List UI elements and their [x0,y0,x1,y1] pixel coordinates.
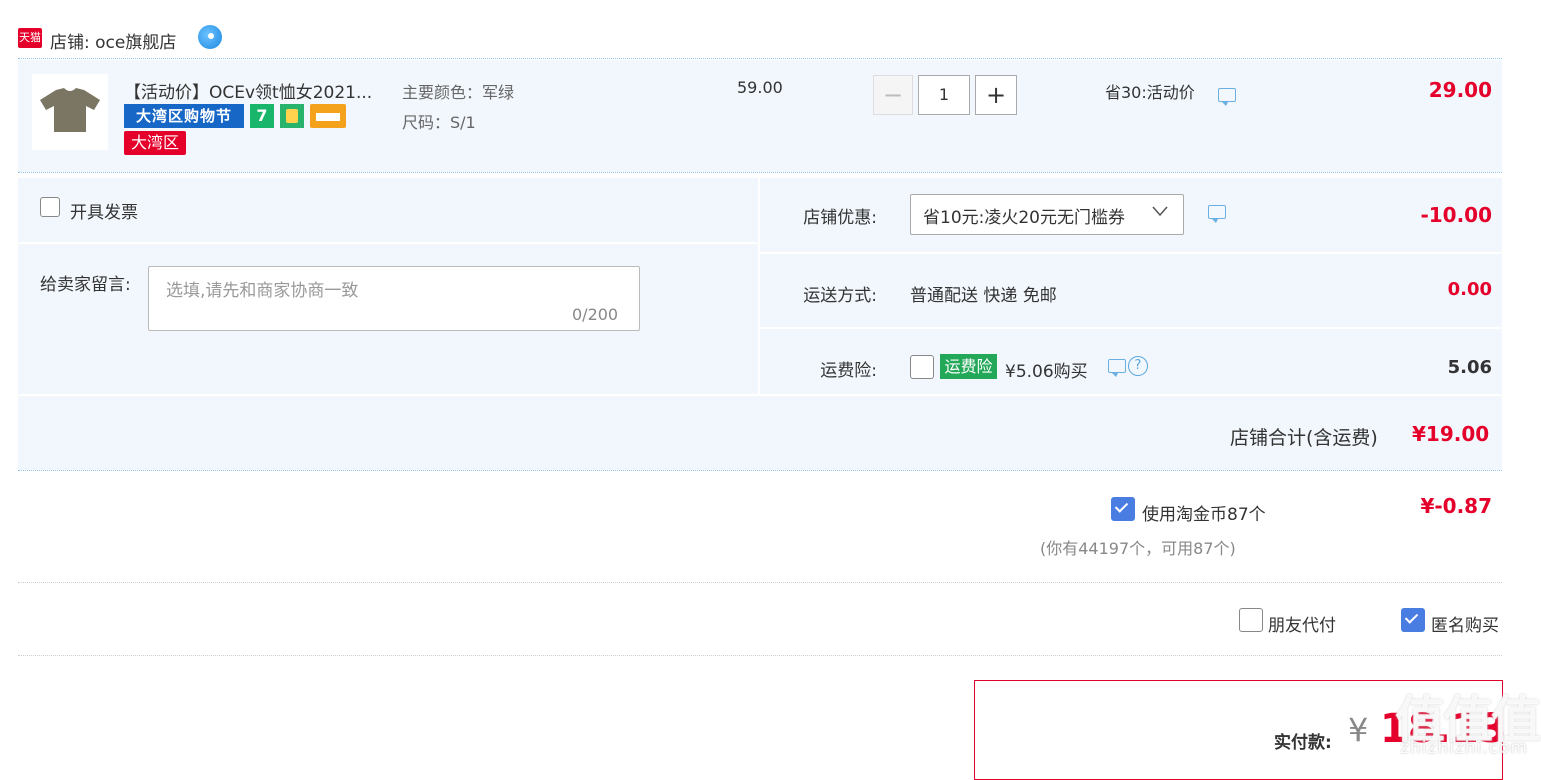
invoice-label[interactable]: 开具发票 [70,198,138,223]
insurance-tag: 运费险 [940,354,997,379]
insurance-checkbox[interactable] [910,355,934,379]
coins-note: (你有44197个，可用87个) [1040,539,1236,558]
product-thumbnail[interactable] [32,74,108,150]
shop-discount-label: 店铺优惠: [803,208,877,228]
shop-discount-selected: 省10元:凌火20元无门槛券 [923,208,1125,228]
shipping-label: 运送方式: [803,286,877,306]
item-title[interactable]: 【活动价】OCEv领t恤女2021... [124,78,372,103]
use-coins-label[interactable]: 使用淘金币87个 [1142,500,1266,525]
unit-price: 59.00 [737,78,783,97]
friend-pay-checkbox[interactable] [1239,608,1263,632]
item-total: 29.00 [1428,78,1492,102]
divider [18,470,1502,471]
shop-subtotal-label: 店铺合计(含运费) [1230,427,1378,449]
watermark-url: zhizhizhi.com [1400,738,1528,758]
item-tags: 大湾区购物节 7 [124,104,346,128]
seller-message-count: 0/200 [572,305,619,324]
insurance-label: 运费险: [820,361,877,381]
divider [18,58,1502,59]
seller-message-placeholder: 选填,请先和商家协商一致 [166,281,359,301]
shop-discount-value: -10.00 [1420,203,1492,227]
wangwang-chat-icon[interactable] [198,25,222,49]
comment-icon[interactable] [1208,205,1226,223]
divider [760,327,1502,329]
sku-color: 主要颜色：军绿 [402,83,515,102]
credit-card-icon [310,104,346,128]
tmall-logo: 天猫 [18,28,42,48]
coins-value: ¥-0.87 [1420,494,1492,518]
friend-pay-label[interactable]: 朋友代付 [1268,611,1336,636]
divider [18,242,758,244]
bay-festival-tag: 大湾区购物节 [124,104,244,128]
use-coins-checkbox[interactable] [1111,497,1135,521]
divider [760,252,1502,254]
help-icon[interactable]: ? [1128,356,1148,376]
shipping-method: 普通配送 快递 免邮 [910,286,1057,306]
payment-currency: ¥ [1348,711,1369,749]
comment-icon[interactable] [1218,88,1236,106]
quantity-increase-button[interactable]: + [975,75,1017,115]
seven-day-return-icon: 7 [250,104,274,128]
shop-subtotal-value: ¥19.00 [1412,422,1490,446]
chevron-down-icon[interactable] [1152,203,1168,219]
insurance-value: 5.06 [1447,357,1492,378]
invoice-checkbox[interactable] [40,197,60,217]
divider [18,655,1502,656]
comment-icon[interactable] [1108,359,1126,377]
anonymous-purchase-checkbox[interactable] [1401,608,1425,632]
shop-name[interactable]: 店铺: oce旗舰店 [50,28,176,53]
quantity-input[interactable]: 1 [918,75,970,115]
divider [18,172,1502,173]
quantity-decrease-button[interactable]: − [873,75,913,115]
payment-label: 实付款: [1274,733,1332,753]
shopping-bag-icon [280,104,304,128]
insurance-price: ¥5.06购买 [1005,362,1088,382]
promo-label: 省30:活动价 [1105,83,1195,102]
shipping-value: 0.00 [1447,279,1492,300]
anonymous-purchase-label[interactable]: 匿名购买 [1431,611,1499,636]
tshirt-image-icon [40,88,100,132]
seller-message-label: 给卖家留言: [40,275,131,295]
divider [18,582,1502,583]
sku-size: 尺码：S/1 [402,113,476,132]
bay-area-tag: 大湾区 [124,131,186,155]
